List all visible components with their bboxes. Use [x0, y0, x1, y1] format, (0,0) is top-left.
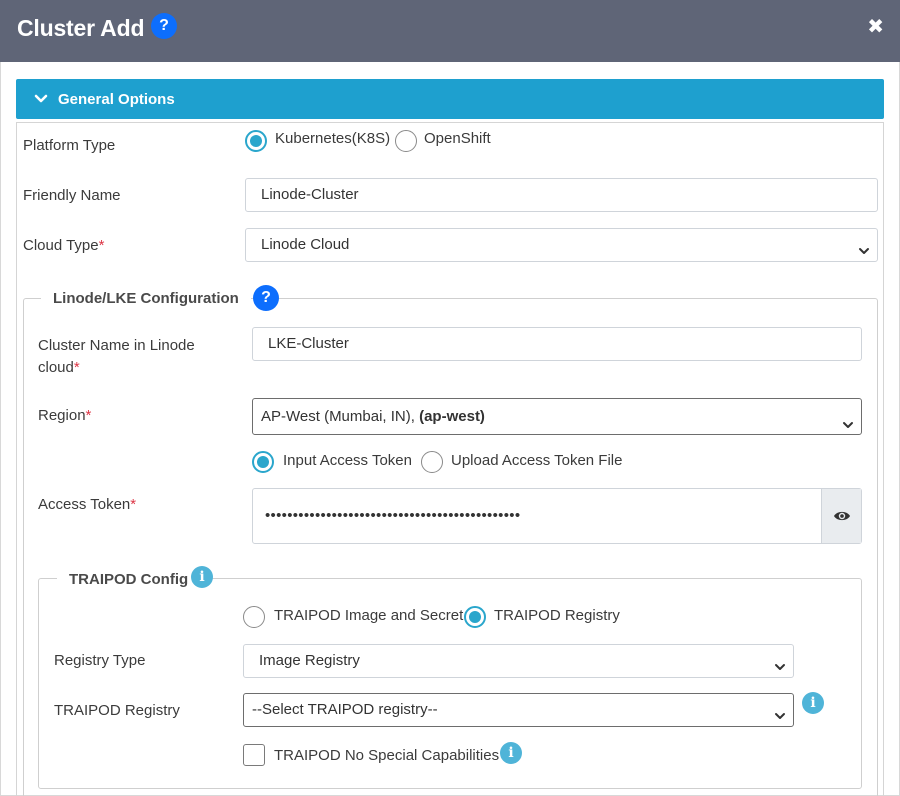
- info-icon[interactable]: i: [802, 692, 824, 714]
- required-mark: *: [85, 407, 92, 424]
- linode-config-legend: Linode/LKE Configuration: [41, 290, 251, 307]
- traipod-registry-label: TRAIPOD Registry: [54, 702, 180, 719]
- required-mark: *: [130, 496, 137, 513]
- cluster-name-label: Cluster Name in Linode cloud*: [38, 335, 238, 379]
- region-select[interactable]: AP-West (Mumbai, IN), (ap-west): [252, 398, 862, 435]
- region-value: AP-West (Mumbai, IN),: [261, 408, 415, 425]
- cloud-type-value: Linode Cloud: [261, 236, 350, 253]
- no-special-capabilities-label[interactable]: TRAIPOD No Special Capabilities: [274, 747, 499, 764]
- info-icon[interactable]: i: [191, 566, 213, 588]
- region-label-text: Region: [38, 407, 86, 424]
- traipod-image-secret-radio[interactable]: [243, 606, 265, 628]
- help-icon[interactable]: ?: [253, 285, 279, 311]
- cloud-type-select[interactable]: Linode Cloud: [245, 228, 878, 262]
- toggle-visibility-button[interactable]: [821, 489, 861, 543]
- dialog-titlebar: Cluster Add ? ✖: [0, 0, 900, 62]
- platform-openshift-label[interactable]: OpenShift: [424, 130, 491, 147]
- upload-token-label[interactable]: Upload Access Token File: [451, 452, 622, 469]
- chevron-down-icon: [774, 654, 786, 686]
- chevron-down-icon: [858, 238, 870, 270]
- traipod-registry-value: --Select TRAIPOD registry--: [252, 701, 438, 718]
- input-token-radio[interactable]: [252, 451, 274, 473]
- registry-type-label: Registry Type: [54, 652, 146, 669]
- region-code: (ap-west): [419, 408, 485, 425]
- platform-k8s-label[interactable]: Kubernetes(K8S): [275, 130, 390, 147]
- access-token-label-text: Access Token: [38, 496, 131, 513]
- cloud-type-label-text: Cloud Type: [23, 237, 99, 254]
- access-token-input[interactable]: ••••••••••••••••••••••••••••••••••••••••…: [265, 507, 520, 524]
- traipod-registry-radio-label[interactable]: TRAIPOD Registry: [494, 607, 620, 624]
- required-mark: *: [73, 359, 80, 376]
- friendly-name-label: Friendly Name: [23, 187, 121, 204]
- traipod-image-secret-label[interactable]: TRAIPOD Image and Secret: [274, 607, 463, 624]
- dialog-title: Cluster Add: [17, 15, 145, 41]
- chevron-down-icon: [34, 88, 48, 115]
- upload-token-radio[interactable]: [421, 451, 443, 473]
- access-token-field[interactable]: ••••••••••••••••••••••••••••••••••••••••…: [252, 488, 862, 544]
- traipod-registry-radio[interactable]: [464, 606, 486, 628]
- general-options-header[interactable]: General Options: [16, 79, 884, 119]
- access-token-label: Access Token*: [38, 496, 136, 513]
- general-options-title: General Options: [58, 91, 175, 108]
- cluster-name-label-text: Cluster Name in Linode cloud: [38, 337, 195, 376]
- close-icon[interactable]: ✖: [867, 14, 884, 39]
- platform-openshift-radio[interactable]: [395, 130, 417, 152]
- help-icon[interactable]: ?: [151, 13, 177, 39]
- region-label: Region*: [38, 407, 91, 424]
- eye-icon: [834, 511, 850, 521]
- input-token-label[interactable]: Input Access Token: [283, 452, 412, 469]
- cloud-type-label: Cloud Type*: [23, 237, 104, 254]
- platform-k8s-radio[interactable]: [245, 130, 267, 152]
- platform-type-label: Platform Type: [23, 137, 116, 154]
- info-icon[interactable]: i: [500, 742, 522, 764]
- chevron-down-icon: [774, 703, 786, 735]
- no-special-capabilities-checkbox[interactable]: [243, 744, 265, 766]
- cluster-name-input[interactable]: LKE-Cluster: [252, 327, 862, 361]
- required-mark: *: [98, 237, 105, 254]
- registry-type-value: Image Registry: [259, 652, 360, 669]
- registry-type-select[interactable]: Image Registry: [243, 644, 794, 678]
- traipod-registry-select[interactable]: --Select TRAIPOD registry--: [243, 693, 794, 727]
- traipod-config-legend: TRAIPOD Config: [57, 571, 201, 588]
- friendly-name-input[interactable]: Linode-Cluster: [245, 178, 878, 212]
- chevron-down-icon: [842, 410, 854, 445]
